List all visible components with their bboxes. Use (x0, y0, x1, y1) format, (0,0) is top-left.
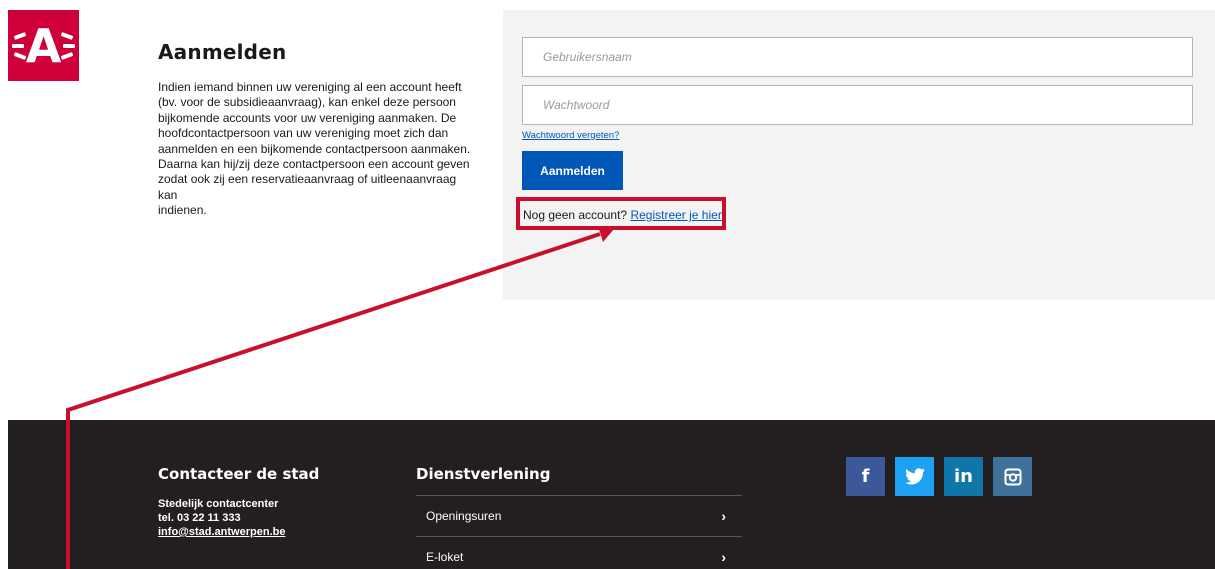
password-input[interactable] (522, 85, 1193, 125)
login-panel: Wachtwoord vergeten? Aanmelden Nog geen … (503, 10, 1215, 300)
intro-line: bijkomende accounts voor uw vereniging a… (158, 110, 457, 125)
footer-contact: Contacteer de stad Stedelijk contactcent… (158, 465, 319, 539)
chevron-right-icon: › (721, 549, 726, 565)
footer-contact-heading: Contacteer de stad (158, 465, 320, 483)
forgot-password-link[interactable]: Wachtwoord vergeten? (522, 130, 619, 141)
social-links: f in (846, 457, 1032, 496)
instagram-icon[interactable] (993, 457, 1032, 496)
username-input[interactable] (522, 37, 1193, 77)
footer: Contacteer de stad Stedelijk contactcent… (8, 420, 1215, 569)
contact-phone[interactable]: tel. 03 22 11 333 (158, 511, 319, 525)
logo-ray (12, 44, 24, 48)
footer-link-openingsuren[interactable]: Openingsuren › (416, 495, 742, 536)
footer-services: Dienstverlening Openingsuren › E-loket › (416, 465, 742, 569)
page: A Aanmelden Indien iemand binnen uw vere… (0, 0, 1215, 569)
intro-text: Indien iemand binnen uw vereniging al ee… (158, 80, 478, 219)
logo-ray (13, 52, 27, 60)
login-button[interactable]: Aanmelden (522, 151, 623, 190)
instagram-glyph (1004, 468, 1021, 485)
footer-link-label: Openingsuren (426, 509, 502, 523)
intro-line: Daarna kan hij/zij deze contactpersoon e… (158, 157, 470, 172)
logo-ray (13, 32, 27, 40)
logo-letter: A (25, 18, 62, 73)
facebook-icon[interactable]: f (846, 457, 885, 496)
logo-ray (60, 52, 74, 60)
twitter-bird (904, 468, 925, 485)
linkedin-icon[interactable]: in (944, 457, 983, 496)
intro-section: Aanmelden Indien iemand binnen uw vereni… (158, 40, 478, 219)
intro-line: Indien iemand binnen uw vereniging al ee… (158, 80, 462, 94)
annotation-highlight-box (516, 197, 726, 230)
facebook-glyph: f (861, 466, 870, 487)
chevron-right-icon: › (721, 508, 726, 524)
antwerpen-logo[interactable]: A (8, 10, 79, 81)
intro-line: zodat ook zij een reservatieaanvraag of … (158, 172, 457, 202)
twitter-icon[interactable] (895, 457, 934, 496)
contact-email-link[interactable]: info@stad.antwerpen.be (158, 525, 319, 539)
footer-link-eloket[interactable]: E-loket › (416, 536, 742, 569)
footer-services-heading: Dienstverlening (416, 465, 551, 483)
intro-line: (bv. voor de subsidieaanvraag), kan enke… (158, 95, 456, 110)
intro-line: indienen. (158, 203, 207, 218)
page-title: Aanmelden (158, 40, 287, 64)
intro-line: hoofdcontactpersoon van uw vereniging mo… (158, 126, 449, 141)
linkedin-glyph: in (954, 466, 973, 487)
intro-line: aanmelden en een bijkomende contactperso… (158, 141, 471, 156)
footer-link-label: E-loket (426, 550, 464, 564)
contact-center-name: Stedelijk contactcenter (158, 498, 279, 510)
logo-ray (60, 32, 74, 40)
logo-ray (63, 44, 75, 48)
